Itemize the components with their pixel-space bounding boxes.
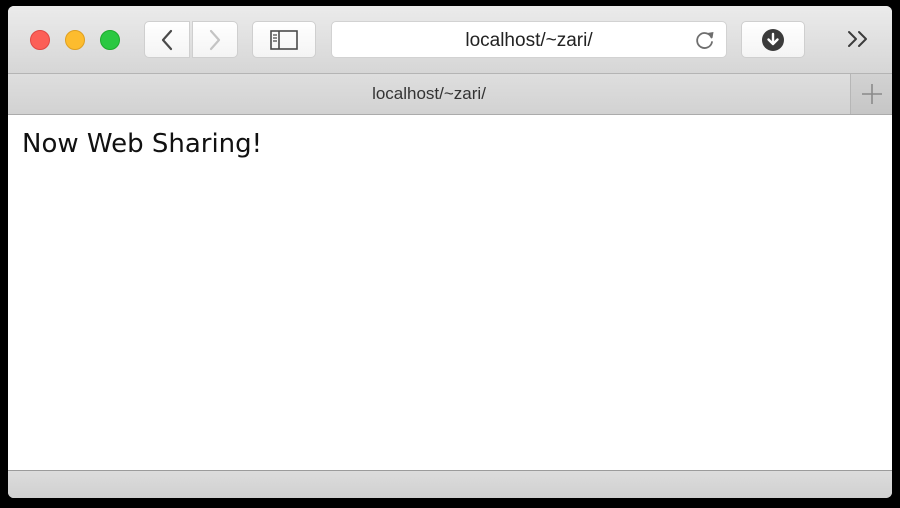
close-window-button[interactable]: [30, 30, 50, 50]
address-bar[interactable]: localhost/~zari/: [331, 21, 727, 58]
plus-icon: [862, 84, 882, 104]
chevron-right-icon: [209, 29, 221, 50]
minimize-window-button[interactable]: [65, 30, 85, 50]
double-chevron-right-icon[interactable]: [846, 28, 872, 50]
tab-bar: localhost/~zari/: [8, 74, 892, 115]
zoom-window-button[interactable]: [100, 30, 120, 50]
browser-window: localhost/~zari/ localhost/~zari/ Now We…: [8, 6, 892, 498]
tab-title: localhost/~zari/: [372, 84, 486, 103]
chevron-left-icon: [161, 29, 173, 50]
sidebar-icon: [270, 29, 298, 50]
back-button[interactable]: [144, 21, 190, 58]
new-tab-button[interactable]: [850, 74, 892, 114]
forward-button[interactable]: [192, 21, 238, 58]
page-content: Now Web Sharing!: [8, 115, 892, 470]
page-heading: Now Web Sharing!: [22, 129, 263, 159]
tab-active[interactable]: localhost/~zari/: [8, 74, 850, 114]
downloads-button[interactable]: [741, 21, 805, 58]
address-text: localhost/~zari/: [465, 30, 593, 51]
reload-icon[interactable]: [694, 29, 716, 51]
show-sidebar-button[interactable]: [252, 21, 316, 58]
toolbar: localhost/~zari/: [8, 6, 892, 74]
status-bar: [8, 470, 892, 498]
download-icon: [762, 28, 784, 51]
